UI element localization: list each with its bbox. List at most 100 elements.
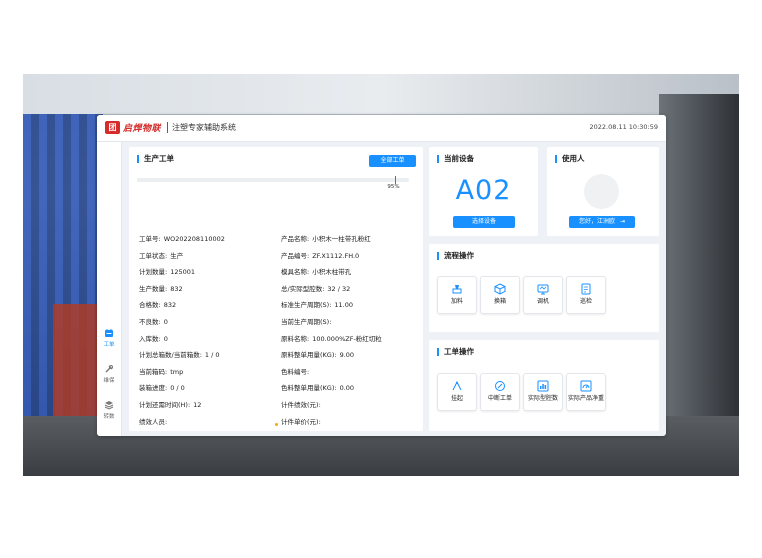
current-device-title: 当前设备 xyxy=(437,155,474,163)
production-field: 产品名称: 小积木一柱带孔粉红 xyxy=(281,233,371,243)
production-field: 计件绩效(元): xyxy=(281,399,324,409)
sidebar-item-data[interactable]: 转数 xyxy=(97,400,121,420)
production-progress-label: 95% xyxy=(387,184,400,190)
page-indicator-dot[interactable] xyxy=(275,423,278,426)
field-label: 工单状态: xyxy=(139,251,168,260)
field-label: 绩效人员: xyxy=(139,417,168,426)
device-code: A02 xyxy=(455,175,512,206)
wrench-icon xyxy=(105,365,113,373)
change-box-button[interactable]: 换箱 xyxy=(480,276,520,314)
order-operations-card: 工单操作 挂起 中断工单 实际型腔数 实际产品净重 xyxy=(429,340,659,431)
field-value: 125001 xyxy=(170,268,196,277)
production-field: 工单号: WO202208110002 xyxy=(139,233,225,243)
production-field: 工单状态: 生产 xyxy=(139,250,183,260)
all-orders-button[interactable]: 全部工单 xyxy=(369,155,416,167)
field-label: 计划还需时间(H): xyxy=(139,401,191,409)
user-card: 使用人 您好，江洲欧 ⇥ xyxy=(547,147,659,236)
user-greeting-button[interactable]: 您好，江洲欧 ⇥ xyxy=(569,216,635,228)
production-field: 装箱进度: 0 / 0 xyxy=(139,382,185,392)
logout-icon[interactable]: ⇥ xyxy=(620,218,625,225)
select-device-button[interactable]: 选择设备 xyxy=(453,216,515,228)
field-label: 总/实际型腔数: xyxy=(281,284,325,293)
change-box-label: 换箱 xyxy=(493,298,506,305)
field-label: 色料编号: xyxy=(281,367,310,376)
field-value: 12 xyxy=(193,401,202,409)
actual-net-weight-button[interactable]: 实际产品净重 xyxy=(566,373,606,411)
production-field: 计件单价(元): xyxy=(281,416,324,426)
field-label: 当前生产周期(S): xyxy=(281,318,332,326)
production-field: 当前箱码: tmp xyxy=(139,366,183,376)
process-operations-card: 流程操作 加料 换箱 调机 巡检 xyxy=(429,244,659,332)
field-label: 计划数量: xyxy=(139,268,168,277)
adjust-machine-label: 调机 xyxy=(536,298,549,305)
field-label: 当前箱码: xyxy=(139,367,168,376)
production-field: 合格数: 832 xyxy=(139,299,176,309)
feed-icon xyxy=(452,285,462,294)
production-field: 标准生产周期(S): 11.00 xyxy=(281,299,353,309)
sidebar-item-label: 维保 xyxy=(103,378,115,384)
production-field: 计划总箱数/当前箱数: 1 / 0 xyxy=(139,349,219,359)
interrupt-order-button[interactable]: 中断工单 xyxy=(480,373,520,411)
order-operations-title: 工单操作 xyxy=(437,348,474,356)
actual-cavity-button[interactable]: 实际型腔数 xyxy=(523,373,563,411)
logo-mark: 团 xyxy=(105,121,120,134)
layers-icon xyxy=(104,401,114,410)
background-ceiling xyxy=(23,74,739,114)
feed-button[interactable]: 加料 xyxy=(437,276,477,314)
feed-label: 加料 xyxy=(450,298,463,305)
interrupt-order-label: 中断工单 xyxy=(487,395,512,402)
sidebar-item-work-order[interactable]: 工单 xyxy=(97,328,121,348)
field-value: 1 / 0 xyxy=(204,351,220,360)
production-field: 入库数: 0 xyxy=(139,333,168,343)
field-value: tmp xyxy=(170,367,184,376)
field-value: 32 / 32 xyxy=(327,284,351,293)
hang-icon xyxy=(452,380,462,391)
sidebar-item-maintenance[interactable]: 维保 xyxy=(97,364,121,384)
field-label: 入库数: xyxy=(139,334,161,343)
production-field: 当前生产周期(S): xyxy=(281,316,334,326)
box-icon xyxy=(494,283,506,295)
field-value: 生产 xyxy=(170,251,184,260)
production-field: 计划数量: 125001 xyxy=(139,266,195,276)
field-label: 产品编号: xyxy=(281,251,310,260)
field-value: WO202208110002 xyxy=(163,235,225,243)
field-value: 0.00 xyxy=(339,384,355,393)
actual-net-weight-label: 实际产品净重 xyxy=(567,395,604,402)
process-operations-title: 流程操作 xyxy=(437,252,474,260)
production-field: 计划还需时间(H): 12 xyxy=(139,399,201,409)
field-label: 原料名称: xyxy=(281,334,310,343)
monitor-icon xyxy=(537,284,549,295)
production-field: 生产数量: 832 xyxy=(139,283,183,293)
field-value: 0 / 0 xyxy=(170,384,185,393)
work-order-icon xyxy=(105,329,113,337)
field-value: ZF.X1112.FH.0 xyxy=(312,251,360,260)
field-label: 工单号: xyxy=(139,235,161,243)
gauge-icon xyxy=(580,380,592,392)
hang-up-button[interactable]: 挂起 xyxy=(437,373,477,411)
production-order-card: 生产工单 全部工单 95% 工单号: WO202208110002 工单状态: 生产计… xyxy=(129,147,423,431)
production-field: 色料编号: xyxy=(281,366,312,376)
field-value: 832 xyxy=(163,301,177,310)
sidebar-item-label: 工单 xyxy=(103,342,115,348)
production-field: 不良数: 0 xyxy=(139,316,168,326)
actual-cavity-label: 实际型腔数 xyxy=(527,395,558,402)
field-label: 标准生产周期(S): xyxy=(281,301,332,310)
avatar xyxy=(584,174,619,209)
app-header: 团 启焊物联 注塑专家辅助系统 2022.08.11 10:30:59 xyxy=(97,115,666,142)
user-card-title: 使用人 xyxy=(555,155,585,163)
field-value: 832 xyxy=(170,284,183,293)
adjust-machine-button[interactable]: 调机 xyxy=(523,276,563,314)
field-value: 0 xyxy=(163,334,168,343)
production-field: 总/实际型腔数: 32 / 32 xyxy=(281,283,350,293)
production-field: 产品编号: ZF.X1112.FH.0 xyxy=(281,250,359,260)
inspection-label: 巡检 xyxy=(579,298,592,305)
header-datetime: 2022.08.11 10:30:59 xyxy=(589,123,658,131)
production-progress-marker xyxy=(395,176,397,184)
field-label: 原料整单用量(KG): xyxy=(281,351,337,360)
inspection-button[interactable]: 巡检 xyxy=(566,276,606,314)
field-value: 小积木柱带孔 xyxy=(312,268,352,277)
field-label: 合格数: xyxy=(139,301,161,310)
sidebar: 工单 维保 转数 xyxy=(97,142,122,436)
field-label: 装箱进度: xyxy=(139,384,168,393)
field-value: 9.00 xyxy=(339,351,355,360)
